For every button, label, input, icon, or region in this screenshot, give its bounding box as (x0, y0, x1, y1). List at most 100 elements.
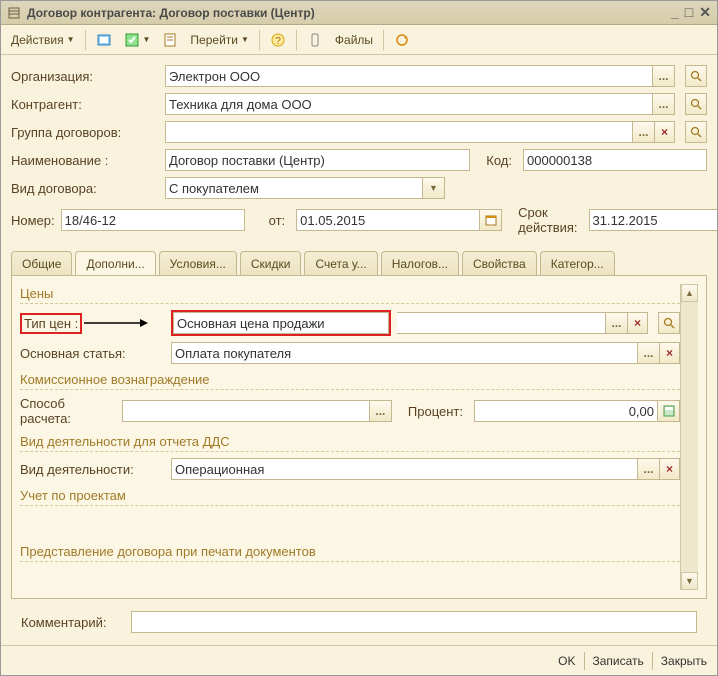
search-icon[interactable] (685, 121, 707, 143)
close-button[interactable]: Закрыть (661, 654, 707, 668)
clear-button[interactable]: × (660, 342, 680, 364)
activity-label: Вид деятельности: (20, 462, 165, 477)
toolbar: Действия ▼ ▼ Перейти ▼ ? Файлы (1, 25, 717, 55)
close-window-button[interactable]: ✕ (699, 4, 711, 21)
svg-text:?: ? (275, 36, 281, 47)
calculator-icon[interactable] (658, 400, 680, 422)
tab-discounts[interactable]: Скидки (240, 251, 302, 275)
files-menu[interactable]: Файлы (331, 29, 377, 51)
print-header: Представление договора при печати докуме… (20, 544, 680, 562)
go-menu[interactable]: Перейти ▼ (186, 29, 252, 51)
calendar-icon[interactable] (480, 209, 502, 231)
clear-button[interactable]: × (655, 121, 675, 143)
main-item-label: Основная статья: (20, 346, 165, 361)
price-type-label: Тип цен : (20, 313, 165, 334)
tab-label: Счета у... (315, 257, 366, 271)
minimize-button[interactable]: _ (671, 4, 679, 21)
arrow-icon (82, 316, 148, 330)
actions-menu[interactable]: Действия ▼ (7, 29, 79, 51)
name-input[interactable] (165, 149, 470, 171)
clear-button[interactable]: × (628, 312, 648, 334)
help-button[interactable]: ? (266, 29, 290, 51)
tab-properties[interactable]: Свойства (462, 251, 537, 275)
separator (259, 30, 260, 50)
window-controls: _ □ ✕ (671, 4, 711, 21)
highlight-box: Тип цен : (20, 313, 82, 334)
lookup-button[interactable]: ... (653, 93, 675, 115)
tab-conditions[interactable]: Условия... (159, 251, 237, 275)
from-label: от: (251, 213, 291, 228)
tab-panel: Цены Тип цен : ... × (11, 275, 707, 599)
name-label: Наименование : (11, 153, 159, 168)
scroll-up-icon[interactable]: ▲ (681, 284, 698, 302)
maximize-button[interactable]: □ (685, 4, 693, 21)
save-button[interactable]: Записать (593, 654, 644, 668)
percent-input[interactable] (474, 400, 658, 422)
search-icon[interactable] (685, 93, 707, 115)
tab-categories[interactable]: Категор... (540, 251, 615, 275)
price-type-input-ext[interactable] (397, 312, 606, 334)
titlebar: Договор контрагента: Договор поставки (Ц… (1, 1, 717, 25)
window-title: Договор контрагента: Договор поставки (Ц… (27, 6, 665, 20)
window: Договор контрагента: Договор поставки (Ц… (0, 0, 718, 676)
tab-accounts[interactable]: Счета у... (304, 251, 377, 275)
tab-label: Категор... (551, 257, 604, 271)
tab-label: Свойства (473, 257, 526, 271)
ok-button[interactable]: OK (558, 654, 575, 668)
actions-label: Действия (11, 33, 64, 47)
tab-general[interactable]: Общие (11, 251, 72, 275)
from-date-input[interactable] (296, 209, 480, 231)
separator (85, 30, 86, 50)
lookup-button[interactable]: ... (606, 312, 628, 334)
form-body: Организация: ... Контрагент: ... Группа … (1, 55, 717, 645)
lookup-button[interactable]: ... (638, 342, 660, 364)
chevron-down-icon[interactable]: ▼ (423, 177, 445, 199)
tab-label: Общие (22, 257, 61, 271)
group-input[interactable] (165, 121, 633, 143)
toolbar-icon-refresh[interactable] (390, 29, 414, 51)
lookup-button[interactable]: ... (370, 400, 392, 422)
search-icon[interactable] (658, 312, 680, 334)
price-type-input[interactable] (173, 312, 389, 334)
comment-input[interactable] (131, 611, 697, 633)
tabs-row: Общие Дополни... Условия... Скидки Счета… (11, 251, 707, 275)
calc-method-label: Способ расчета: (20, 396, 116, 426)
number-input[interactable] (61, 209, 245, 231)
lookup-button[interactable]: ... (633, 121, 655, 143)
comment-label: Комментарий: (21, 615, 121, 630)
org-label: Организация: (11, 69, 159, 84)
kind-input[interactable] (165, 177, 423, 199)
tab-label: Скидки (251, 257, 291, 271)
app-icon (7, 6, 21, 20)
org-input[interactable] (165, 65, 653, 87)
lookup-button[interactable]: ... (653, 65, 675, 87)
scrollbar[interactable]: ▲ ▼ (680, 284, 698, 590)
files-icon[interactable] (303, 29, 327, 51)
separator (652, 652, 653, 670)
search-icon[interactable] (685, 65, 707, 87)
until-date-input[interactable] (589, 209, 718, 231)
number-label: Номер: (11, 213, 55, 228)
scroll-down-icon[interactable]: ▼ (681, 572, 698, 590)
toolbar-icon-2[interactable]: ▼ (120, 29, 155, 51)
go-label: Перейти (190, 33, 238, 47)
code-input[interactable] (523, 149, 707, 171)
group-label: Группа договоров: (11, 125, 159, 140)
main-item-input[interactable] (171, 342, 638, 364)
toolbar-icon-1[interactable] (92, 29, 116, 51)
clear-button[interactable]: × (660, 458, 680, 480)
percent-label: Процент: (398, 404, 468, 419)
lookup-button[interactable]: ... (638, 458, 660, 480)
until-label: Срок действия: (508, 205, 582, 235)
panel-inner: Цены Тип цен : ... × (20, 284, 680, 590)
tab-additional[interactable]: Дополни... (75, 251, 155, 275)
toolbar-icon-3[interactable] (158, 29, 182, 51)
tab-tax[interactable]: Налогов... (381, 251, 459, 275)
tab-label: Налогов... (392, 257, 448, 271)
contractor-input[interactable] (165, 93, 653, 115)
contractor-label: Контрагент: (11, 97, 159, 112)
activity-input[interactable] (171, 458, 638, 480)
tab-label: Условия... (170, 257, 226, 271)
chevron-down-icon: ▼ (67, 35, 75, 44)
calc-method-input[interactable] (122, 400, 370, 422)
